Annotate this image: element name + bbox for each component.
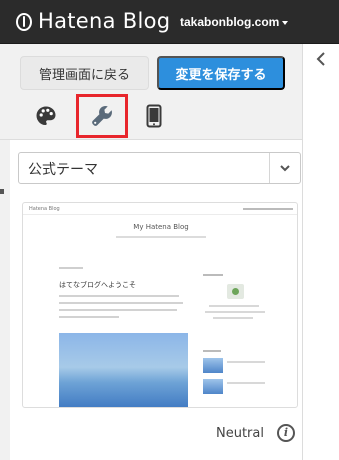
back-to-dashboard-button[interactable]: 管理画面に戻る [20, 56, 149, 90]
chevron-left-icon [316, 52, 325, 66]
preview-recent-line [227, 382, 265, 384]
edge-marker [0, 189, 4, 194]
theme-content: 公式テーマ Hatena Blog My Hatena Blog はてなブログへ… [10, 140, 327, 460]
preview-profile-line [209, 305, 259, 307]
preview-profile-line [213, 317, 253, 319]
preview-entry-date [59, 265, 83, 270]
preview-header-links [243, 208, 293, 210]
hatena-logo-icon [16, 13, 32, 31]
preview-recent-line [227, 361, 265, 363]
tab-customize[interactable] [76, 94, 128, 138]
tab-design[interactable] [20, 94, 72, 138]
blog-selector[interactable]: takabonblog.com [180, 15, 289, 29]
wrench-icon [92, 106, 112, 126]
theme-category-select[interactable]: 公式テーマ [18, 152, 301, 184]
logo-text[interactable]: Hatena Blog [38, 9, 170, 33]
palette-icon [36, 106, 56, 125]
preview-blog-description [23, 234, 297, 239]
blog-selector-label: takabonblog.com [180, 15, 280, 29]
select-divider [269, 153, 270, 183]
theme-name: Neutral [216, 426, 264, 441]
preview-profile-heading [203, 272, 223, 277]
save-changes-button[interactable]: 変更を保存する [157, 56, 285, 90]
collapse-panel-button[interactable] [303, 44, 339, 74]
preview-recent-thumb [203, 379, 223, 394]
caret-down-icon [282, 20, 289, 25]
chevron-down-icon [280, 165, 290, 172]
info-icon[interactable]: i [277, 424, 295, 442]
tab-smartphone[interactable] [128, 94, 180, 138]
preview-recent-heading [203, 348, 221, 353]
design-panel: 管理画面に戻る 変更を保存する 公式テーマ Hatena Blog My Hat… [0, 44, 327, 460]
preview-entry-body [59, 295, 187, 318]
preview-profile-avatar [227, 284, 244, 299]
collapse-column [302, 44, 339, 460]
preview-profile-line [205, 311, 265, 313]
smartphone-icon [146, 104, 162, 128]
preview-header: Hatena Blog [23, 203, 297, 215]
preview-blog-title: My Hatena Blog [133, 223, 189, 231]
preview-recent-thumb [203, 358, 223, 373]
top-bar: Hatena Blog takabonblog.com [0, 0, 339, 44]
preview-logo: Hatena Blog [29, 206, 60, 212]
theme-card-neutral[interactable]: Hatena Blog My Hatena Blog はてなブログへようこそ [22, 202, 298, 408]
preview-entry-title: はてなブログへようこそ [59, 281, 136, 289]
preview-entry-image [59, 333, 188, 407]
theme-category-value: 公式テーマ [28, 162, 98, 178]
